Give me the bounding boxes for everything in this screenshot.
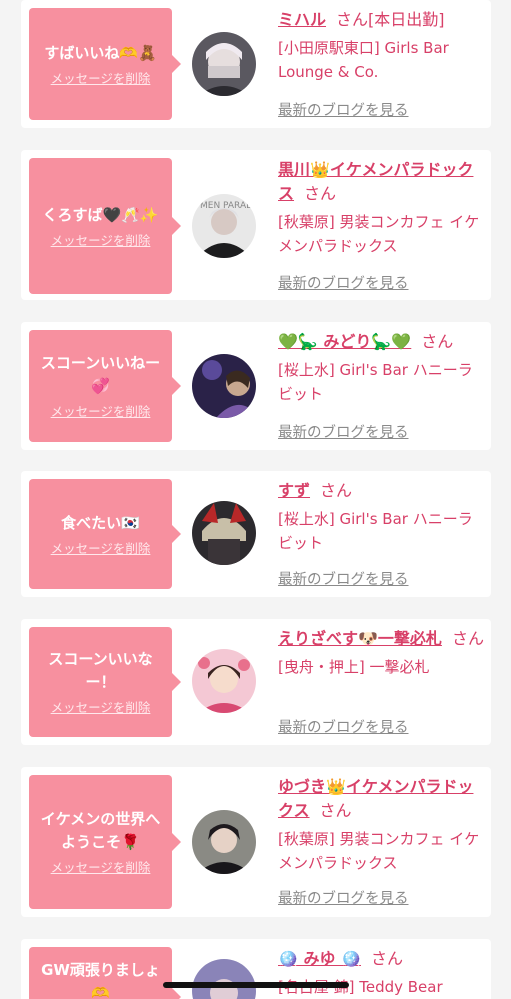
latest-blog-link[interactable]: 最新のブログを見る [278, 568, 409, 589]
avatar[interactable] [192, 959, 256, 999]
message-bubble: イケメンの世界へようこそ🌹 メッセージを削除 [29, 775, 181, 909]
cast-name-link[interactable]: すず [278, 481, 310, 500]
avatar[interactable] [192, 354, 256, 418]
latest-blog-link[interactable]: 最新のブログを見る [278, 99, 409, 120]
message-text: スコーンいいねー💞 [40, 354, 161, 395]
cast-info: すず さん [桜上水] Girl's Bar ハニーラビット [278, 479, 486, 555]
message-card: くろすば🖤🥂✨ メッセージを削除 MEN PARAD 黒川👑イケメンパラドックス… [21, 150, 491, 300]
cast-info: ミハル さん[本日出勤] [小田原駅東口] Girls Bar Lounge & … [278, 8, 486, 84]
shop-name: [小田原駅東口] Girls Bar Lounge & Co. [278, 39, 449, 81]
message-text: イケメンの世界へようこそ🌹 [40, 810, 161, 851]
cast-info: 💚🦕 みどり🦕💚 さん [桜上水] Girl's Bar ハニーラビット [278, 330, 486, 406]
cast-name-link[interactable]: ミハル [278, 10, 326, 29]
avatar[interactable] [192, 32, 256, 96]
san-suffix: さん [320, 481, 353, 500]
message-card: イケメンの世界へようこそ🌹 メッセージを削除 ゆづき👑イケメンパラドックス さん … [21, 767, 491, 917]
home-indicator[interactable] [163, 982, 349, 988]
shop-name: [秋葉原] 男装コンカフェ イケメンパラドックス [278, 830, 480, 872]
delete-message-link[interactable]: メッセージを削除 [51, 404, 151, 420]
shop-name: [桜上水] Girl's Bar ハニーラビット [278, 361, 473, 403]
cast-info: 黒川👑イケメンパラドックス さん [秋葉原] 男装コンカフェ イケメンパラドックス [278, 158, 486, 258]
avatar[interactable] [192, 501, 256, 565]
shop-name: [曳舟・押上] 一撃必札 [278, 658, 430, 676]
message-bubble: くろすば🖤🥂✨ メッセージを削除 [29, 158, 181, 294]
shop-name: [桜上水] Girl's Bar ハニーラビット [278, 510, 473, 552]
delete-message-link[interactable]: メッセージを削除 [51, 71, 151, 87]
message-bubble: すばいいね🫶🧸 メッセージを削除 [29, 8, 181, 120]
status-tag: [本日出勤] [368, 10, 445, 29]
message-bubble: スコーンいいねー💞 メッセージを削除 [29, 330, 181, 442]
san-suffix: さん [451, 629, 484, 648]
message-text: 食べたい🇰🇷 [61, 513, 140, 532]
message-card: 食べたい🇰🇷 メッセージを削除 すず さん [桜上水] Girl's Bar ハニ… [21, 471, 491, 597]
san-suffix: さん [336, 10, 369, 29]
message-card: スコーンいいねー💞 メッセージを削除 💚🦕 みどり🦕💚 さん [桜上水] Girl… [21, 322, 491, 450]
cast-name-link[interactable]: えりざべす🐶一撃必札 [278, 629, 442, 648]
shop-name: [秋葉原] 男装コンカフェ イケメンパラドックス [278, 213, 480, 255]
message-text: すばいいね🫶🧸 [44, 43, 157, 62]
message-text: くろすば🖤🥂✨ [42, 205, 159, 224]
delete-message-link[interactable]: メッセージを削除 [51, 541, 151, 557]
avatar[interactable] [192, 649, 256, 713]
cast-info: えりざべす🐶一撃必札 さん [曳舟・押上] 一撃必札 [278, 627, 486, 679]
message-card: すばいいね🫶🧸 メッセージを削除 ミハル さん[本日出勤] [小田原駅東口] Gi… [21, 0, 491, 128]
message-bubble: スコーンいいなー！ メッセージを削除 [29, 627, 181, 737]
delete-message-link[interactable]: メッセージを削除 [51, 700, 151, 716]
san-suffix: さん [304, 184, 337, 203]
cast-info: 🪩 みゆ 🪩 さん [名古屋 錦] Teddy Bear [278, 947, 486, 999]
cast-name-link[interactable]: 💚🦕 みどり🦕💚 [278, 332, 411, 351]
cast-name-link[interactable]: ゆづき👑イケメンパラドックス [278, 777, 473, 820]
message-text: スコーンいいなー！ [48, 650, 153, 691]
cast-name-link[interactable]: 🪩 みゆ 🪩 [278, 949, 361, 968]
message-text: GW頑張りましょ🫶 [41, 961, 160, 999]
avatar[interactable] [192, 810, 256, 874]
san-suffix: さん [319, 801, 352, 820]
message-card: スコーンいいなー！ メッセージを削除 えりざべす🐶一撃必札 さん [曳舟・押上] … [21, 619, 491, 745]
message-bubble: 食べたい🇰🇷 メッセージを削除 [29, 479, 181, 589]
latest-blog-link[interactable]: 最新のブログを見る [278, 716, 409, 737]
latest-blog-link[interactable]: 最新のブログを見る [278, 272, 409, 293]
delete-message-link[interactable]: メッセージを削除 [51, 233, 151, 249]
delete-message-link[interactable]: メッセージを削除 [51, 860, 151, 876]
avatar[interactable]: MEN PARAD [192, 194, 256, 258]
latest-blog-link[interactable]: 最新のブログを見る [278, 421, 409, 442]
san-suffix: さん [421, 332, 454, 351]
svg-text:MEN PARAD: MEN PARAD [200, 201, 253, 211]
message-card: GW頑張りましょ🫶 🪩 みゆ 🪩 さん [名古屋 錦] Teddy Bear [21, 939, 491, 999]
cast-info: ゆづき👑イケメンパラドックス さん [秋葉原] 男装コンカフェ イケメンパラドック… [278, 775, 486, 875]
latest-blog-link[interactable]: 最新のブログを見る [278, 887, 409, 908]
san-suffix: さん [371, 949, 404, 968]
message-bubble: GW頑張りましょ🫶 [29, 947, 181, 999]
